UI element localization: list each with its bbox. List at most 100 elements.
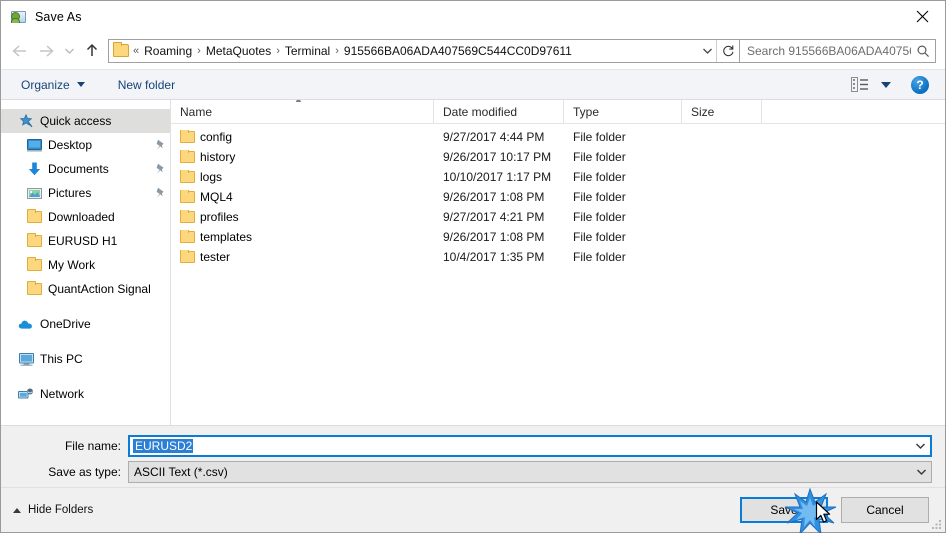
breadcrumb-item-terminal[interactable]: Terminal	[281, 40, 334, 62]
change-view-button[interactable]	[849, 76, 871, 94]
folder-icon	[180, 230, 200, 243]
file-list-pane: ▲ Name Date modified Type Size confi	[171, 99, 945, 425]
view-options-dropdown[interactable]	[881, 81, 891, 88]
breadcrumb-item-metaquotes[interactable]: MetaQuotes	[202, 40, 275, 62]
sidebar-item-quantaction-signal[interactable]: QuantAction Signal	[1, 277, 170, 301]
table-row[interactable]: history 9/26/2017 10:17 PM File folder	[171, 147, 945, 167]
command-bar: Organize New folder ?	[1, 69, 945, 100]
sidebar-divider	[1, 371, 170, 382]
breadcrumb-item-instance[interactable]: 915566BA06ADA407569C544CC0D97611	[340, 40, 576, 62]
address-dropdown-button[interactable]	[698, 40, 716, 62]
sidebar-item-desktop[interactable]: Desktop	[1, 133, 170, 157]
forward-arrow-icon	[40, 44, 54, 57]
window-title: Save As	[35, 9, 82, 24]
view-layout-icon	[851, 77, 868, 92]
table-row[interactable]: profiles 9/27/2017 4:21 PM File folder	[171, 207, 945, 227]
title-bar: Save As	[1, 1, 945, 32]
sidebar-item-label: EURUSD H1	[48, 234, 118, 248]
sidebar-item-label: Quick access	[40, 114, 112, 128]
sidebar-item-label: This PC	[40, 352, 83, 366]
pin-icon[interactable]	[150, 163, 170, 175]
sidebar-item-label: My Work	[48, 258, 96, 272]
sidebar-item-my-work[interactable]: My Work	[1, 253, 170, 277]
column-header-type[interactable]: Type	[564, 99, 682, 124]
chevron-down-icon	[915, 443, 926, 450]
refresh-button[interactable]	[716, 39, 739, 62]
breadcrumb-overflow[interactable]: «	[132, 40, 140, 62]
cancel-button-label: Cancel	[866, 503, 904, 517]
breadcrumb: « Roaming › MetaQuotes › Terminal › 9155…	[132, 40, 698, 62]
this-pc-icon	[15, 351, 37, 367]
sidebar-item-label: Desktop	[48, 138, 93, 152]
column-header-size[interactable]: Size	[682, 99, 762, 124]
table-row[interactable]: templates 9/26/2017 1:08 PM File folder	[171, 227, 945, 247]
table-row[interactable]: config 9/27/2017 4:44 PM File folder	[171, 127, 945, 147]
up-one-level-button[interactable]	[79, 38, 105, 64]
folder-icon	[113, 42, 129, 57]
save-as-type-dropdown-button[interactable]	[912, 462, 931, 482]
resize-grip-icon[interactable]	[931, 518, 943, 530]
dialog-footer: Hide Folders Save Cancel	[1, 487, 945, 532]
back-button[interactable]	[7, 38, 33, 64]
column-header-date-modified[interactable]: Date modified	[434, 99, 564, 124]
back-arrow-icon	[12, 44, 26, 57]
chevron-up-icon: ▲	[294, 100, 303, 104]
table-row[interactable]: logs 10/10/2017 1:17 PM File folder	[171, 167, 945, 187]
file-date: 9/27/2017 4:44 PM	[443, 130, 545, 144]
organize-label: Organize	[21, 77, 70, 92]
file-date: 9/26/2017 1:08 PM	[443, 230, 545, 244]
file-type: File folder	[573, 190, 626, 204]
forward-button[interactable]	[33, 38, 59, 64]
sidebar-item-quick-access[interactable]: Quick access	[1, 109, 170, 133]
pin-icon[interactable]	[150, 139, 170, 151]
sidebar-item-label: QuantAction Signal	[48, 282, 150, 296]
sidebar-item-onedrive[interactable]: OneDrive	[1, 312, 170, 336]
close-button[interactable]	[899, 1, 945, 32]
folder-icon	[23, 209, 45, 225]
file-name-cell: tester	[171, 250, 434, 264]
organize-button[interactable]: Organize	[15, 73, 91, 97]
file-date: 9/27/2017 4:21 PM	[443, 210, 545, 224]
search-icon[interactable]	[911, 44, 935, 58]
breadcrumb-item-roaming[interactable]: Roaming	[140, 40, 196, 62]
save-as-type-select[interactable]: ASCII Text (*.csv)	[128, 461, 932, 483]
address-bar[interactable]: « Roaming › MetaQuotes › Terminal › 9155…	[108, 38, 740, 63]
file-type: File folder	[573, 170, 626, 184]
refresh-icon	[722, 45, 734, 57]
column-header-label: Date modified	[443, 104, 518, 119]
network-icon	[15, 386, 37, 402]
sidebar-item-downloaded[interactable]: Downloaded	[1, 205, 170, 229]
chevron-down-icon	[64, 48, 74, 54]
new-folder-button[interactable]: New folder	[112, 73, 181, 97]
sidebar-item-network[interactable]: Network	[1, 382, 170, 406]
recent-locations-button[interactable]	[59, 38, 79, 64]
search-input[interactable]	[740, 43, 911, 58]
file-name-dropdown-button[interactable]	[911, 437, 930, 455]
file-date: 10/4/2017 1:35 PM	[443, 250, 545, 264]
file-date: 9/26/2017 1:08 PM	[443, 190, 545, 204]
search-box[interactable]	[740, 38, 936, 63]
file-name-cell: history	[171, 150, 434, 164]
sidebar-item-documents[interactable]: Documents	[1, 157, 170, 181]
file-name-input[interactable]: EURUSD2	[128, 435, 932, 457]
folder-icon	[180, 130, 200, 143]
pin-icon[interactable]	[150, 187, 170, 199]
column-header-label: Type	[573, 104, 600, 119]
save-fields: File name: EURUSD2 Save as type: ASCII T…	[1, 425, 945, 487]
file-name: logs	[200, 170, 223, 184]
cancel-button[interactable]: Cancel	[841, 497, 929, 523]
table-row[interactable]: tester 10/4/2017 1:35 PM File folder	[171, 247, 945, 267]
sidebar-item-eurusd-h1[interactable]: EURUSD H1	[1, 229, 170, 253]
sidebar-item-pictures[interactable]: Pictures	[1, 181, 170, 205]
hide-folders-button[interactable]: Hide Folders	[13, 504, 93, 516]
column-header-name[interactable]: ▲ Name	[171, 99, 434, 124]
folder-icon	[180, 150, 200, 163]
help-button[interactable]: ?	[911, 75, 929, 94]
sidebar-item-this-pc[interactable]: This PC	[1, 347, 170, 371]
save-as-type-row: Save as type: ASCII Text (*.csv)	[1, 461, 932, 483]
hide-folders-label: Hide Folders	[28, 504, 94, 516]
save-button[interactable]: Save	[740, 497, 828, 523]
column-header-label: Size	[691, 104, 715, 119]
onedrive-cloud-icon	[15, 316, 37, 332]
table-row[interactable]: MQL4 9/26/2017 1:08 PM File folder	[171, 187, 945, 207]
